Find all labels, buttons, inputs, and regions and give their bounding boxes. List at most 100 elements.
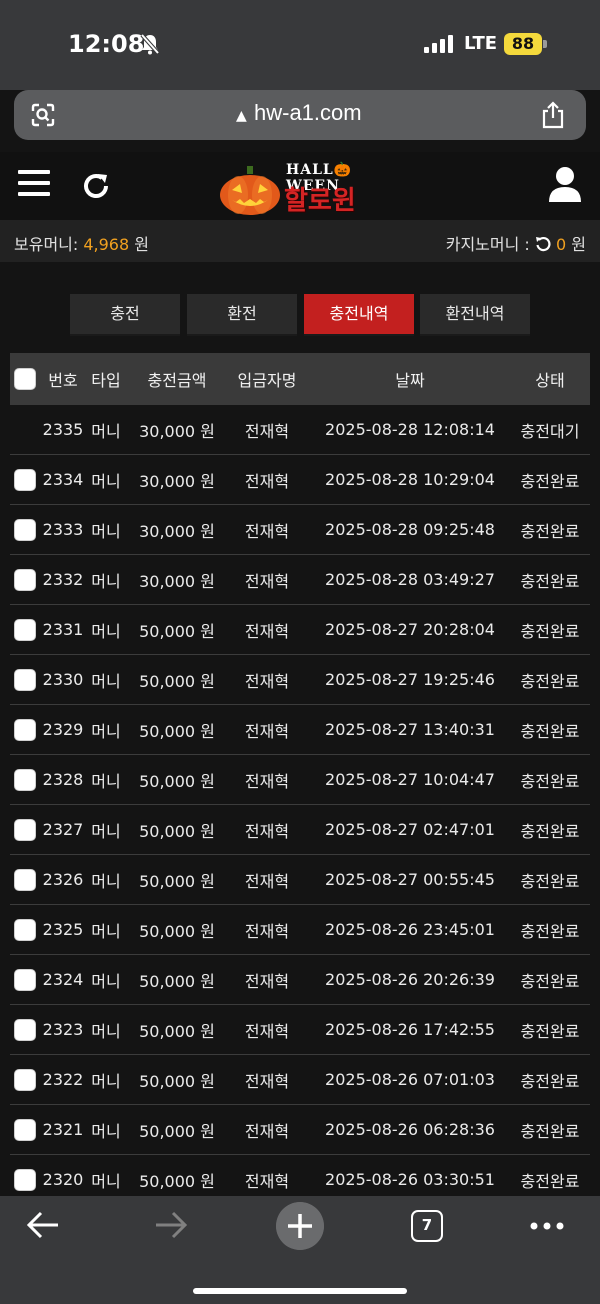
row-amount: 30,000 원 [139, 571, 215, 591]
hamburger-menu-icon[interactable] [18, 170, 50, 198]
casino-amount: 0 [556, 235, 567, 254]
tab-deposit[interactable]: 충전 [70, 294, 180, 336]
row-checkbox[interactable] [14, 468, 36, 491]
row-checkbox[interactable] [14, 718, 36, 741]
row-depositor: 전재혁 [244, 771, 290, 791]
balance-money: 보유머니: 4,968 원 [14, 231, 149, 255]
back-arrow-icon[interactable] [26, 1210, 60, 1240]
select-all-checkbox[interactable] [14, 368, 36, 390]
browser-toolbar: 7 [0, 1196, 600, 1304]
row-type: 머니 [91, 521, 121, 541]
row-checkbox[interactable] [14, 968, 36, 991]
row-type: 머니 [91, 771, 121, 791]
row-date: 2025-08-27 19:25:46 [325, 670, 495, 689]
casino-unit: 원 [566, 235, 586, 254]
new-tab-plus-icon[interactable] [276, 1202, 324, 1250]
table-row[interactable]: 2325 머니 50,000 원 전재혁 2025-08-26 23:45:01 충전완료 [10, 905, 590, 955]
row-amount: 30,000 원 [139, 421, 215, 441]
header-no: 번호 [48, 371, 78, 390]
table-row[interactable]: 2324 머니 50,000 원 전재혁 2025-08-26 20:26:39 충전완료 [10, 955, 590, 1005]
row-checkbox[interactable] [14, 818, 36, 841]
row-checkbox[interactable] [14, 568, 36, 591]
table-row[interactable]: 2330 머니 50,000 원 전재혁 2025-08-27 19:25:46 충전완료 [10, 655, 590, 705]
table-row[interactable]: 2323 머니 50,000 원 전재혁 2025-08-26 17:42:55 충전완료 [10, 1005, 590, 1055]
lens-search-icon[interactable] [30, 102, 56, 128]
row-amount: 50,000 원 [139, 621, 215, 641]
row-status: 충전완료 [520, 971, 580, 991]
row-number: 2327 [42, 820, 84, 839]
table-row[interactable]: 2335 머니 30,000 원 전재혁 2025-08-28 12:08:14 충전대기 [10, 405, 590, 455]
row-checkbox[interactable] [14, 1168, 36, 1191]
row-checkbox[interactable] [14, 768, 36, 791]
row-status: 충전완료 [520, 1021, 580, 1041]
refresh-icon[interactable] [80, 170, 112, 202]
row-date: 2025-08-26 06:28:36 [325, 1120, 495, 1139]
table-row[interactable]: 2328 머니 50,000 원 전재혁 2025-08-27 10:04:47 충전완료 [10, 755, 590, 805]
network-type: LTE [464, 33, 498, 54]
table-row[interactable]: 2327 머니 50,000 원 전재혁 2025-08-27 02:47:01 충전완료 [10, 805, 590, 855]
site-logo[interactable]: HALL🎃WEEN 할로윈 [218, 160, 388, 216]
row-number: 2328 [42, 770, 84, 789]
row-checkbox-cell [12, 605, 38, 654]
url-text[interactable]: hw-a1.com [254, 100, 362, 126]
logo-brand-text: 할로윈 [284, 186, 356, 216]
table-row[interactable]: 2326 머니 50,000 원 전재혁 2025-08-27 00:55:45 충전완료 [10, 855, 590, 905]
table-row[interactable]: 2322 머니 50,000 원 전재혁 2025-08-26 07:01:03 충전완료 [10, 1055, 590, 1105]
row-number: 2321 [42, 1120, 84, 1139]
pumpkin-icon [220, 166, 280, 215]
battery-level: 88 [504, 33, 542, 55]
forward-arrow-icon[interactable] [154, 1210, 188, 1240]
status-bar: 12:08 LTE 88 [0, 0, 600, 90]
row-checkbox-cell [12, 905, 38, 954]
row-status: 충전완료 [520, 521, 580, 541]
tab-withdraw[interactable]: 환전 [187, 294, 297, 336]
casino-money: 카지노머니 : 0 원 [446, 231, 586, 255]
row-date: 2025-08-27 20:28:04 [325, 620, 495, 639]
more-options-icon[interactable] [530, 1222, 564, 1230]
table-row[interactable]: 2334 머니 30,000 원 전재혁 2025-08-28 10:29:04 충전완료 [10, 455, 590, 505]
table-row[interactable]: 2332 머니 30,000 원 전재혁 2025-08-28 03:49:27 충전완료 [10, 555, 590, 605]
row-amount: 50,000 원 [139, 871, 215, 891]
row-checkbox[interactable] [14, 668, 36, 691]
row-depositor: 전재혁 [244, 921, 290, 941]
share-icon[interactable] [540, 101, 566, 129]
row-checkbox[interactable] [14, 1018, 36, 1041]
tab-withdraw-history[interactable]: 환전내역 [420, 294, 530, 336]
row-checkbox[interactable] [14, 1118, 36, 1141]
table-header: 번호 타입 충전금액 입금자명 날짜 상태 [10, 353, 590, 405]
row-type: 머니 [91, 721, 121, 741]
row-type: 머니 [91, 421, 121, 441]
row-depositor: 전재혁 [244, 421, 290, 441]
row-status: 충전완료 [520, 721, 580, 741]
reload-icon[interactable] [535, 236, 551, 252]
row-checkbox[interactable] [14, 618, 36, 641]
row-checkbox-cell [12, 705, 38, 754]
battery-icon: 88 [504, 33, 548, 55]
row-amount: 30,000 원 [139, 471, 215, 491]
row-status: 충전대기 [520, 421, 580, 441]
table-row[interactable]: 2331 머니 50,000 원 전재혁 2025-08-27 20:28:04 충전완료 [10, 605, 590, 655]
row-type: 머니 [91, 621, 121, 641]
row-checkbox-cell [12, 655, 38, 704]
header-status: 상태 [535, 371, 565, 390]
row-checkbox[interactable] [14, 918, 36, 941]
row-checkbox[interactable] [14, 1068, 36, 1091]
tab-deposit-history[interactable]: 충전내역 [304, 294, 414, 336]
address-bar[interactable]: ▲ hw-a1.com [14, 90, 586, 140]
row-type: 머니 [91, 921, 121, 941]
status-time: 12:08 [68, 30, 145, 58]
table-row[interactable]: 2329 머니 50,000 원 전재혁 2025-08-27 13:40:31 충전완료 [10, 705, 590, 755]
header-amount: 충전금액 [147, 371, 207, 390]
table-row[interactable]: 2333 머니 30,000 원 전재혁 2025-08-28 09:25:48 충전완료 [10, 505, 590, 555]
user-icon[interactable] [548, 166, 582, 202]
row-depositor: 전재혁 [244, 521, 290, 541]
tab-switcher-button[interactable]: 7 [411, 1210, 443, 1242]
site-header: HALL🎃WEEN 할로윈 [0, 152, 600, 220]
row-checkbox[interactable] [14, 868, 36, 891]
table-row[interactable]: 2321 머니 50,000 원 전재혁 2025-08-26 06:28:36 충전완료 [10, 1105, 590, 1155]
row-number: 2324 [42, 970, 84, 989]
row-depositor: 전재혁 [244, 671, 290, 691]
row-date: 2025-08-27 00:55:45 [325, 870, 495, 889]
row-checkbox[interactable] [14, 518, 36, 541]
row-amount: 50,000 원 [139, 971, 215, 991]
